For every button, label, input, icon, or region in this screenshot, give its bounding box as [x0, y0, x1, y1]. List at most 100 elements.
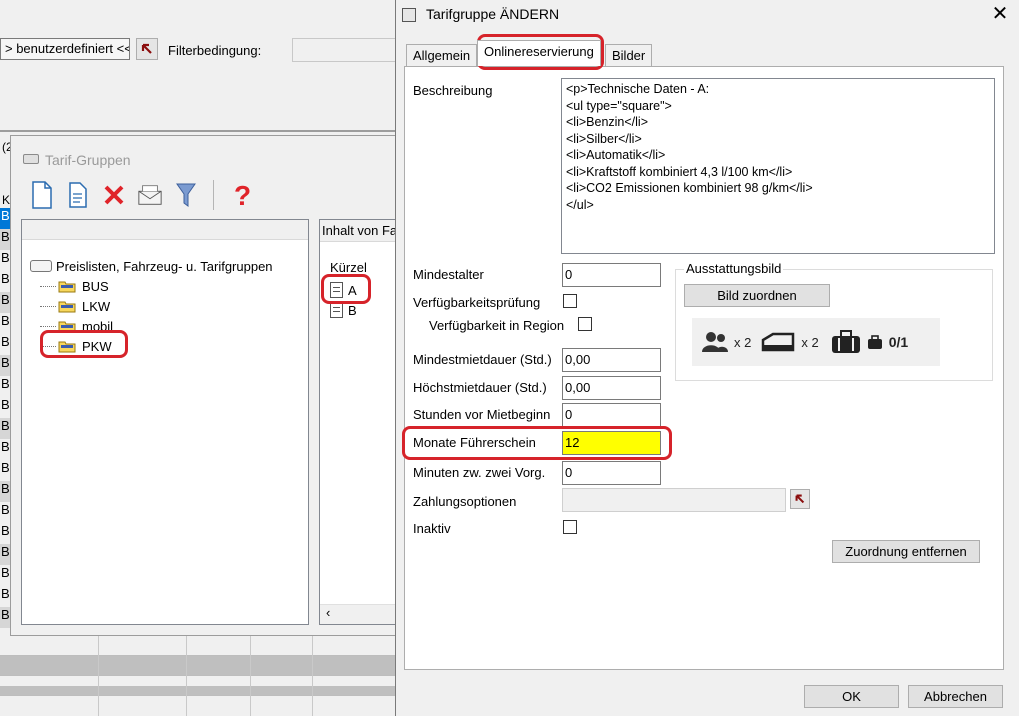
tree-item-label: LKW	[82, 298, 111, 314]
tree-item-label: BUS	[82, 278, 109, 294]
stunden-vor-mietbeginn-label: Stunden vor Mietbeginn	[413, 407, 551, 422]
background-grid	[0, 636, 396, 716]
annotation-highlight-a	[321, 274, 371, 304]
dialog-title: Tarifgruppe ÄNDERN	[426, 6, 560, 22]
document-icon	[330, 302, 343, 318]
background-row-cell: B	[0, 481, 10, 502]
hoechstmietdauer-label: Höchstmietdauer (Std.)	[413, 380, 547, 395]
delete-icon[interactable]	[101, 180, 127, 210]
arrow-up-left-icon	[795, 494, 805, 504]
beschreibung-textarea[interactable]: <p>Technische Daten - A: <ul type="squar…	[561, 78, 995, 254]
toolbar-separator	[213, 180, 214, 210]
mindestmietdauer-label: Mindestmietdauer (Std.)	[413, 352, 552, 367]
content-pane-header: Inhalt von Fa	[320, 220, 396, 242]
background-row-cell: B	[1, 439, 10, 454]
mindestalter-label: Mindestalter	[413, 267, 484, 282]
background-row-cell: B	[1, 523, 10, 538]
luggage-count: 0/1	[888, 334, 909, 350]
tree-root-label: Preislisten, Fahrzeug- u. Tarifgruppen	[56, 258, 273, 274]
annotation-highlight-pkw	[40, 330, 128, 358]
tarif-gruppen-window: Tarif-Gruppen ? Preislisten, Fahrzeug- u…	[10, 135, 397, 636]
tree-pane: Preislisten, Fahrzeug- u. Tarifgruppen B…	[21, 219, 309, 625]
zahlungsoptionen-select-button[interactable]	[790, 489, 810, 509]
column-header-kurzel[interactable]: Kürzel	[330, 260, 367, 275]
zahlungsoptionen-label: Zahlungsoptionen	[413, 494, 517, 509]
tab-bilder[interactable]: Bilder	[605, 44, 653, 66]
database-icon	[30, 260, 52, 272]
zahlungsoptionen-field[interactable]	[562, 488, 786, 512]
tree-connector	[40, 326, 56, 327]
suitcase-icon	[831, 330, 860, 353]
close-icon[interactable]: ✕	[986, 2, 1014, 26]
background-row-cell: B	[0, 418, 10, 439]
minuten-zw-zwei-vorg-field[interactable]: 0	[562, 461, 661, 485]
scroll-left-icon[interactable]: ‹	[326, 605, 330, 620]
background-row-cell: B	[0, 607, 10, 628]
background-row-cell: B	[1, 397, 10, 412]
mindestmietdauer-field[interactable]: 0,00	[562, 348, 661, 372]
inaktiv-label: Inaktiv	[413, 521, 451, 536]
background-row-cell: B	[0, 544, 10, 565]
minuten-zw-zwei-vorg-label: Minuten zw. zwei Vorg.	[413, 465, 546, 480]
horizontal-scrollbar[interactable]: ‹	[320, 604, 396, 624]
background-row-cell: B	[1, 586, 10, 601]
stunden-vor-mietbeginn-field[interactable]: 0	[562, 403, 661, 427]
new-icon[interactable]	[29, 180, 55, 210]
persons-count: x 2	[734, 334, 752, 350]
arrow-up-left-icon	[141, 43, 152, 54]
background-row-cell: B	[1, 376, 10, 391]
tree-connector	[40, 306, 56, 307]
tree-item-bus[interactable]: BUS	[30, 276, 273, 296]
ausstattungsbild-group: Ausstattungsbild Bild zuordnen x 2 x 2 0…	[675, 261, 993, 381]
hoechstmietdauer-field[interactable]: 0,00	[562, 376, 661, 400]
verfuegbarkeit-region-checkbox[interactable]	[578, 317, 592, 331]
tarifgruppe-dialog: Tarifgruppe ÄNDERN ✕ Allgemein Onlineres…	[395, 0, 1019, 716]
main-window-toolbar-area	[0, 0, 396, 140]
background-row-cell: B	[1, 271, 10, 286]
tree-pane-header	[22, 220, 308, 240]
verfuegbarkeitspruefung-label: Verfügbarkeitsprüfung	[413, 295, 541, 310]
divider	[0, 130, 396, 132]
background-row-cell: B	[1, 502, 10, 517]
annotation-highlight-fuehrerschein	[402, 426, 672, 460]
beschreibung-label: Beschreibung	[413, 83, 493, 98]
ausstattungsbild-title: Ausstattungsbild	[684, 261, 784, 276]
background-row-cell: B	[1, 460, 10, 475]
mindestalter-field[interactable]: 0	[562, 263, 661, 287]
background-row-cell: B	[0, 229, 10, 250]
mail-icon[interactable]	[137, 180, 163, 210]
help-icon[interactable]: ?	[228, 180, 254, 210]
car-door-icon	[762, 332, 795, 352]
cancel-button[interactable]: Abbrechen	[908, 685, 1003, 708]
background-row-cell: B	[1, 334, 10, 349]
window-icon	[23, 154, 39, 164]
doors-count: x 2	[801, 334, 819, 350]
filter-label: Filterbedingung:	[168, 43, 262, 58]
svg-text:?: ?	[234, 181, 250, 209]
folder-icon	[58, 301, 76, 312]
bild-zuordnen-button[interactable]: Bild zuordnen	[684, 284, 830, 307]
preset-combo[interactable]: > benutzerdefiniert <<-	[0, 38, 130, 60]
bag-icon	[867, 335, 882, 349]
dialog-icon	[402, 8, 416, 22]
zuordnung-entfernen-button[interactable]: Zuordnung entfernen	[832, 540, 980, 563]
column-header-fragment: K	[2, 193, 11, 207]
background-row-cell: B	[1, 565, 10, 580]
reset-filter-button[interactable]	[136, 38, 158, 60]
ok-button[interactable]: OK	[804, 685, 899, 708]
tab-panel-onlinereservierung: Beschreibung <p>Technische Daten - A: <u…	[404, 66, 1004, 670]
inaktiv-checkbox[interactable]	[563, 520, 577, 534]
tab-onlinereservierung[interactable]: Onlinereservierung	[477, 40, 601, 66]
persons-icon	[702, 332, 728, 352]
background-row-cell: B	[1, 313, 10, 328]
tree-item-lkw[interactable]: LKW	[30, 296, 273, 316]
background-row-cell: B	[1, 250, 10, 265]
verfuegbarkeitspruefung-checkbox[interactable]	[563, 294, 577, 308]
filter-icon[interactable]	[173, 180, 199, 210]
tree-root[interactable]: Preislisten, Fahrzeug- u. Tarifgruppen	[30, 256, 273, 276]
tree-connector	[40, 286, 56, 287]
edit-document-icon[interactable]	[65, 180, 91, 210]
filter-field[interactable]	[292, 38, 396, 62]
tab-allgemein[interactable]: Allgemein	[406, 44, 478, 66]
list-item-label: B	[348, 302, 357, 318]
